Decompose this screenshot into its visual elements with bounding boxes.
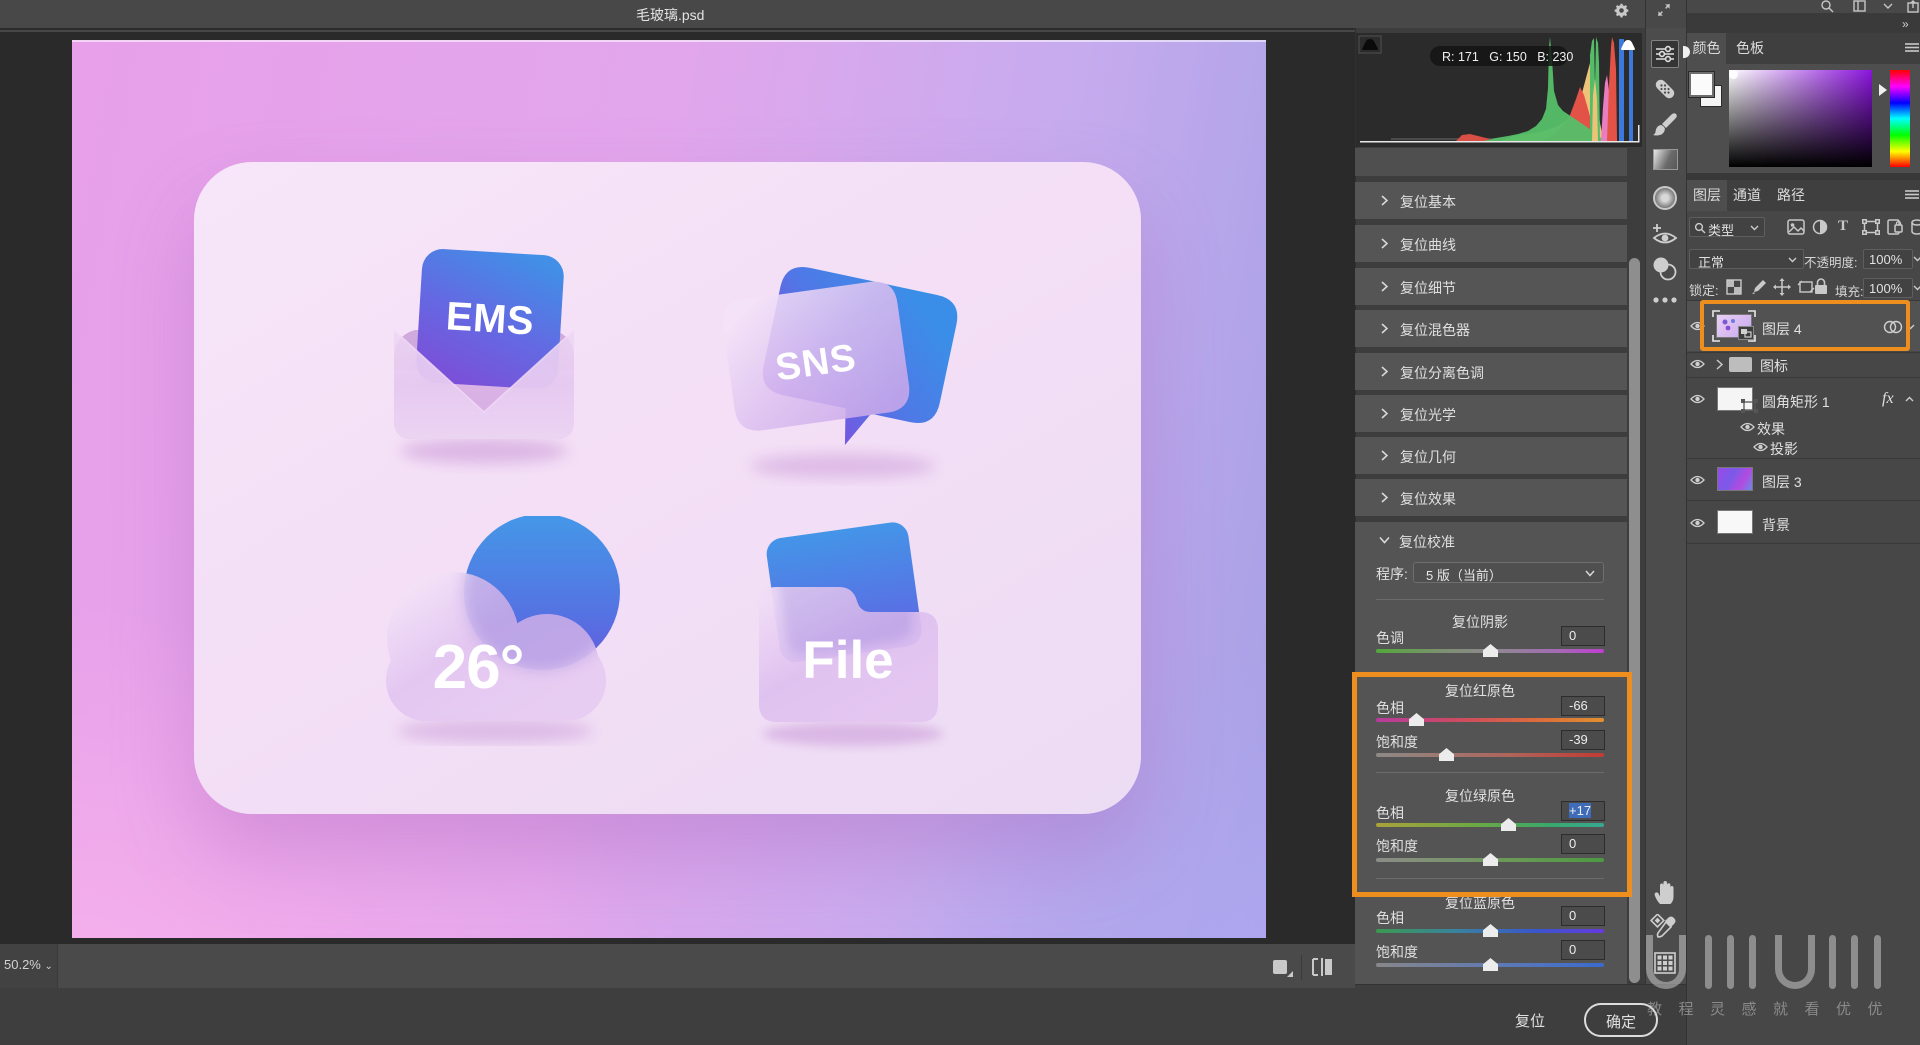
svg-text:File: File bbox=[802, 631, 893, 690]
svg-text:26°: 26° bbox=[433, 633, 524, 702]
svg-text:EMS: EMS bbox=[445, 294, 536, 343]
svg-text:R: 171 G: 150 B: 230: R: 171 G: 150 B: 230 bbox=[1442, 50, 1573, 64]
